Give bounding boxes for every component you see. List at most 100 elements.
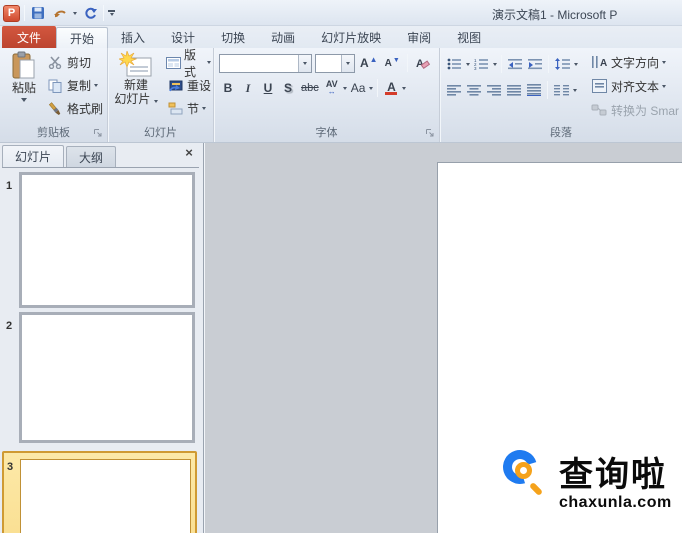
italic-button[interactable]: I [239,78,257,98]
window-title: 演示文稿1 - Microsoft P [492,8,618,22]
reset-icon [166,78,184,94]
font-group-label: 字体 [315,127,338,139]
divider [406,54,408,72]
clipboard-dialog-launcher-icon[interactable] [92,127,104,139]
paste-button[interactable]: 粘贴 [4,51,44,102]
numbering-dropdown-icon[interactable] [493,62,497,66]
slides-group-label: 幻灯片 [144,127,177,139]
font-size-combo[interactable] [315,53,355,73]
tab-transitions[interactable]: 切换 [208,27,258,48]
tab-review[interactable]: 审阅 [394,27,444,48]
copy-button[interactable]: 复制 [44,74,105,97]
divider [24,5,25,21]
font-dialog-launcher-icon[interactable] [424,127,436,139]
align-text-dropdown-icon[interactable] [662,84,667,88]
layout-button[interactable]: 版式 [164,48,213,79]
new-slide-button[interactable]: 新建 幻灯片 [112,51,160,106]
change-case-button[interactable]: Aa [349,78,368,98]
align-text-icon [590,78,608,94]
clear-formatting-button[interactable]: A [413,53,432,73]
text-shadow-button[interactable]: S [279,78,297,98]
pane-tab-slides[interactable]: 幻灯片 [2,145,65,167]
text-direction-icon: A [590,54,608,70]
slide-2-thumbnail[interactable] [19,312,195,443]
strikethrough-button[interactable]: abc [299,78,321,98]
group-slides: 新建 幻灯片 版式 重设 节 幻灯片 [108,48,214,142]
customize-toolbar-icon[interactable] [108,10,115,16]
shrink-font-button[interactable]: A ▼ [383,53,402,73]
character-spacing-dropdown-icon[interactable] [342,86,347,90]
slide-3-thumbnail-selected[interactable]: 3 [2,451,197,533]
distribute-text-button[interactable] [525,80,543,100]
new-slide-icon [119,51,152,77]
paste-dropdown-icon[interactable] [21,98,27,102]
close-pane-icon[interactable]: × [181,144,197,160]
justify-button[interactable] [505,80,523,100]
cut-icon [46,55,64,71]
font-name-combo[interactable] [219,53,312,73]
convert-smartart-button[interactable]: 转换为 Smar [590,100,679,120]
pane-tab-outline[interactable]: 大纲 [66,146,117,167]
align-center-button[interactable] [465,80,483,100]
line-spacing-dropdown-icon[interactable] [574,62,578,66]
bullets-dropdown-icon[interactable] [466,62,470,66]
format-painter-button[interactable]: 格式刷 [44,97,105,120]
text-direction-button[interactable]: A 文字方向 [590,52,679,72]
format-painter-icon [46,101,64,117]
ribbon: 粘贴 剪切 复制 格式刷 剪贴板 新建 幻灯片 版式 重设 节 幻灯片 A ▲ … [0,48,682,143]
text-direction-dropdown-icon[interactable] [662,60,667,64]
character-spacing-button[interactable]: AV ↔ [323,78,341,98]
tab-insert[interactable]: 插入 [108,27,158,48]
columns-dropdown-icon[interactable] [573,88,577,92]
undo-dropdown-icon[interactable] [73,11,77,15]
bold-button[interactable]: B [219,78,237,98]
slide-1-number: 1 [6,180,13,192]
divider [548,55,549,73]
copy-dropdown-icon[interactable] [94,84,99,87]
section-dropdown-icon[interactable] [202,107,207,110]
underline-button[interactable]: U [259,78,277,98]
bullets-button[interactable] [445,54,464,74]
font-color-button[interactable]: A [382,78,400,98]
divider [103,5,104,21]
svg-text:A: A [600,58,607,69]
font-size-dropdown-icon[interactable] [341,54,354,72]
grow-font-button[interactable]: A ▲ [358,53,380,73]
quick-access-toolbar: P [3,3,115,23]
numbering-button[interactable]: 123 [472,54,491,74]
align-left-button[interactable] [445,80,463,100]
pane-tab-strip: 幻灯片 大纲 [2,145,199,168]
columns-button[interactable] [552,80,571,100]
align-right-button[interactable] [485,80,503,100]
divider [501,55,502,73]
increase-indent-button[interactable] [526,54,544,74]
section-button[interactable]: 节 [164,97,213,120]
font-color-dropdown-icon[interactable] [402,86,407,90]
tab-animations[interactable]: 动画 [258,27,308,48]
tab-view[interactable]: 视图 [444,27,494,48]
new-slide-dropdown-icon[interactable] [153,100,158,103]
save-icon[interactable] [29,4,47,22]
align-text-button[interactable]: 对齐文本 [590,76,679,96]
slide-1-thumbnail[interactable] [19,172,195,308]
group-clipboard: 粘贴 剪切 复制 格式刷 剪贴板 [0,48,108,142]
line-spacing-button[interactable] [553,54,572,74]
powerpoint-logo-icon[interactable]: P [3,4,20,22]
smartart-icon [590,102,608,118]
slides-outline-pane: 幻灯片 大纲 × 1 2 3 [0,143,204,533]
watermark-magnifier-icon [515,462,532,479]
layout-icon [166,55,181,71]
redo-icon[interactable] [81,4,99,22]
tab-home[interactable]: 开始 [56,27,109,48]
clipboard-group-label: 剪贴板 [37,127,70,139]
change-case-dropdown-icon[interactable] [369,86,374,90]
reset-button[interactable]: 重设 [164,74,213,97]
font-name-dropdown-icon[interactable] [298,54,311,72]
decrease-indent-button[interactable] [506,54,524,74]
tab-file[interactable]: 文件 [2,26,57,48]
undo-icon[interactable] [51,4,69,22]
tab-slideshow[interactable]: 幻灯片放映 [308,27,394,48]
cut-button[interactable]: 剪切 [44,51,105,74]
layout-dropdown-icon[interactable] [207,61,211,64]
slide-3-thumbnail-canvas[interactable] [20,459,191,533]
